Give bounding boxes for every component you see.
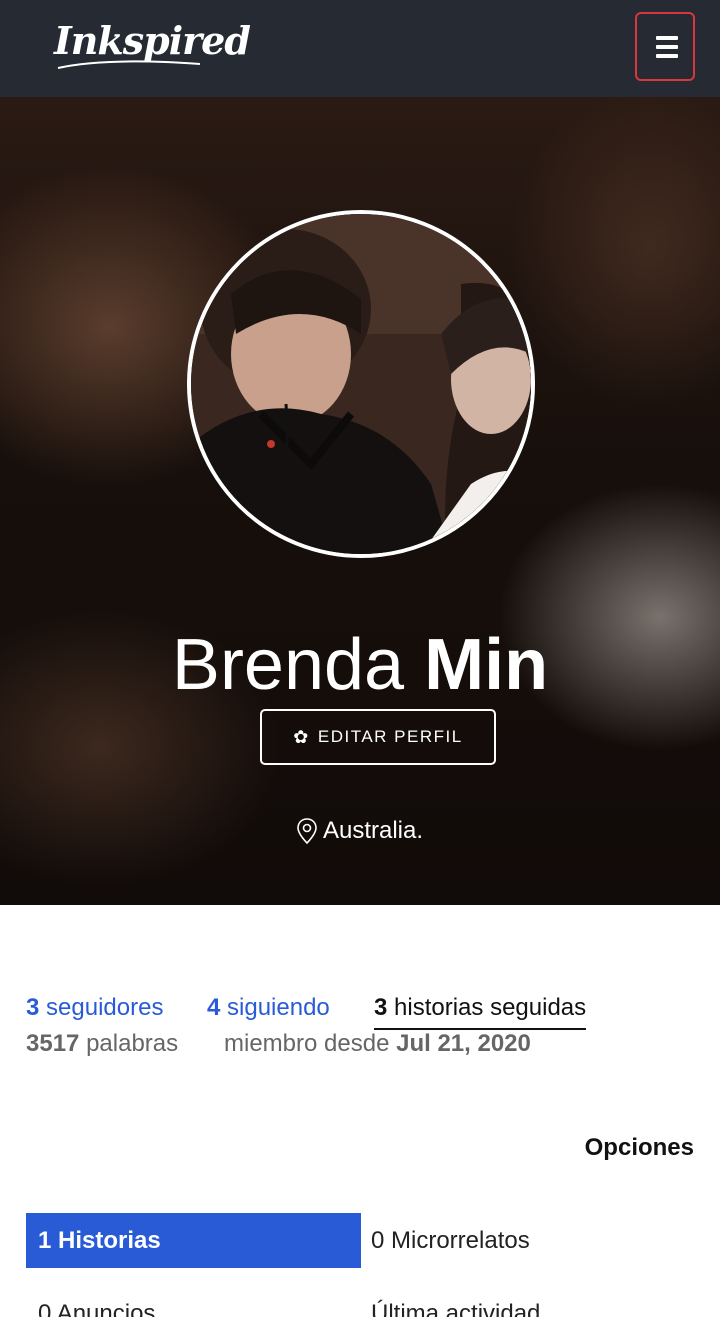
followers-link[interactable]: 3 seguidores [26, 994, 163, 1022]
edit-profile-label: EDITAR PERFIL [317, 727, 463, 746]
following-link[interactable]: 4 siguiendo [207, 994, 330, 1022]
words-label: palabras [86, 1030, 179, 1057]
last-name: Min [424, 625, 549, 705]
logo-swash [57, 60, 201, 69]
menu-button[interactable] [635, 12, 695, 81]
tab-last-activity[interactable]: Última actividad [371, 1300, 540, 1317]
profile-location: Australia. [0, 817, 720, 845]
stories-followed-label: historias seguidas [394, 994, 587, 1021]
stories-followed-link[interactable]: 3 historias seguidas [374, 994, 587, 1030]
location-text: Australia. [322, 817, 424, 844]
tab-microstories[interactable]: 0 Microrrelatos [371, 1227, 530, 1255]
following-label: siguiendo [227, 994, 330, 1021]
words-stat: 3517 palabras [26, 1030, 178, 1058]
tab-stories[interactable]: 1 Historias [26, 1213, 361, 1268]
profile-cover: Brenda Min ✿ EDITAR PERFIL Australia. [0, 97, 720, 905]
first-name: Brenda [171, 625, 405, 705]
options-button[interactable]: Opciones [585, 1134, 694, 1162]
following-count: 4 [207, 994, 221, 1021]
edit-profile-button[interactable]: ✿ EDITAR PERFIL [260, 709, 496, 765]
inkspired-logo[interactable]: Inkspired [54, 18, 251, 63]
map-pin-icon [297, 818, 317, 844]
gear-icon: ✿ [293, 726, 310, 747]
followers-label: seguidores [46, 994, 164, 1021]
followers-count: 3 [26, 994, 40, 1021]
member-since: miembro desde Jul 21, 2020 [224, 1030, 531, 1058]
stories-followed-count: 3 [374, 994, 388, 1021]
profile-avatar[interactable] [187, 210, 535, 558]
tab-announcements[interactable]: 0 Anuncios [38, 1300, 155, 1317]
profile-name: Brenda Min [0, 621, 720, 709]
top-navbar: Inkspired [0, 0, 720, 97]
member-date: Jul 21, 2020 [396, 1030, 531, 1057]
member-label: miembro desde [224, 1030, 390, 1057]
words-count: 3517 [26, 1030, 80, 1057]
